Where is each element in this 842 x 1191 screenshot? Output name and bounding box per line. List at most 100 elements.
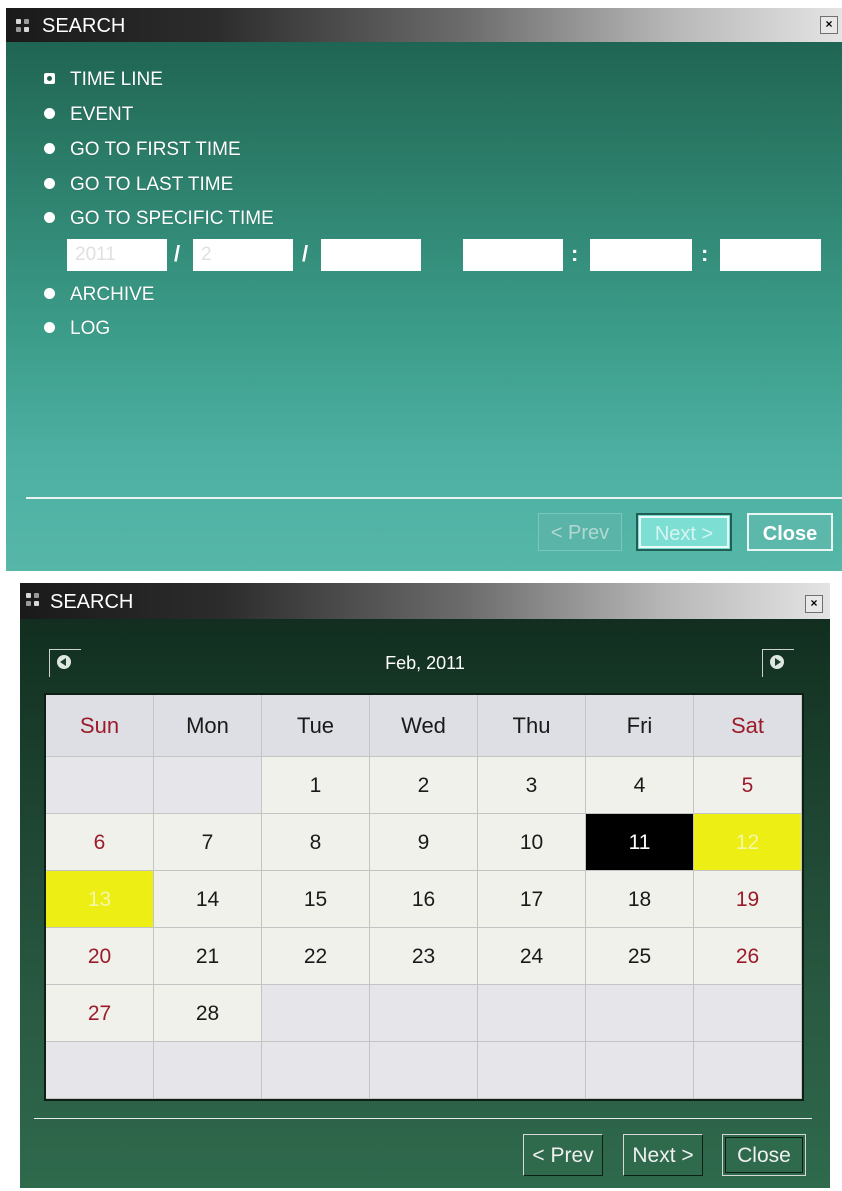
weekday-header-tue: Tue — [262, 695, 370, 757]
radio-selected-icon — [44, 72, 55, 84]
minute-field[interactable] — [590, 239, 692, 271]
option-label: LOG — [70, 318, 111, 339]
empty-day-cell — [46, 757, 154, 814]
day-cell-25[interactable]: 25 — [586, 928, 694, 985]
title-bar: SEARCH × — [6, 8, 842, 42]
app-icon — [16, 19, 30, 33]
radio-icon — [44, 287, 55, 299]
search-calendar-window: SEARCH × Feb, 2011 Sun Mon Tue Wed Thu Fri Sat… — [20, 583, 830, 1188]
day-cell-18[interactable]: 18 — [586, 871, 694, 928]
day-cell-14[interactable]: 14 — [154, 871, 262, 928]
empty-day-cell — [154, 1042, 262, 1099]
empty-day-cell — [46, 1042, 154, 1099]
close-button[interactable]: Close — [747, 513, 833, 551]
time-separator: : — [571, 241, 579, 266]
option-go-to-last-time[interactable]: GO TO LAST TIME — [44, 172, 233, 198]
weekday-header-thu: Thu — [478, 695, 586, 757]
empty-day-cell — [154, 757, 262, 814]
empty-day-cell — [694, 985, 802, 1042]
weekday-header-sat: Sat — [694, 695, 802, 757]
day-cell-20[interactable]: 20 — [46, 928, 154, 985]
weekday-header-fri: Fri — [586, 695, 694, 757]
day-field[interactable] — [321, 239, 421, 271]
day-cell-3[interactable]: 3 — [478, 757, 586, 814]
prev-button[interactable]: < Prev — [523, 1134, 603, 1176]
arrow-right-icon — [770, 655, 784, 669]
day-cell-12[interactable]: 12 — [694, 814, 802, 871]
day-cell-13[interactable]: 13 — [46, 871, 154, 928]
option-label: ARCHIVE — [70, 284, 155, 305]
option-log[interactable]: LOG — [44, 316, 110, 342]
day-cell-24[interactable]: 24 — [478, 928, 586, 985]
next-month-button[interactable] — [762, 649, 794, 677]
day-cell-21[interactable]: 21 — [154, 928, 262, 985]
day-cell-11[interactable]: 11 — [586, 814, 694, 871]
date-separator: / — [174, 241, 181, 266]
year-field[interactable] — [67, 239, 167, 271]
search-options-window: SEARCH × TIME LINE EVENT GO TO FIRST TIM… — [6, 8, 842, 571]
weekday-header-mon: Mon — [154, 695, 262, 757]
option-label: TIME LINE — [70, 69, 163, 90]
radio-icon — [44, 142, 55, 154]
day-cell-8[interactable]: 8 — [262, 814, 370, 871]
option-archive[interactable]: ARCHIVE — [44, 282, 154, 308]
radio-icon — [44, 211, 55, 223]
day-cell-27[interactable]: 27 — [46, 985, 154, 1042]
weekday-header-sun: Sun — [46, 695, 154, 757]
app-icon — [26, 593, 40, 607]
empty-day-cell — [478, 1042, 586, 1099]
option-go-to-specific-time[interactable]: GO TO SPECIFIC TIME — [44, 206, 274, 232]
empty-day-cell — [478, 985, 586, 1042]
day-cell-1[interactable]: 1 — [262, 757, 370, 814]
empty-day-cell — [370, 985, 478, 1042]
time-separator: : — [701, 241, 709, 266]
option-label: GO TO LAST TIME — [70, 174, 234, 195]
day-cell-23[interactable]: 23 — [370, 928, 478, 985]
day-cell-15[interactable]: 15 — [262, 871, 370, 928]
prev-button[interactable]: < Prev — [538, 513, 622, 551]
close-button[interactable]: Close — [722, 1134, 806, 1176]
day-cell-9[interactable]: 9 — [370, 814, 478, 871]
option-go-to-first-time[interactable]: GO TO FIRST TIME — [44, 137, 241, 163]
empty-day-cell — [262, 1042, 370, 1099]
date-separator: / — [302, 241, 309, 266]
empty-day-cell — [586, 1042, 694, 1099]
radio-icon — [44, 321, 55, 333]
empty-day-cell — [586, 985, 694, 1042]
option-label: EVENT — [70, 104, 134, 125]
option-event[interactable]: EVENT — [44, 102, 133, 128]
day-cell-26[interactable]: 26 — [694, 928, 802, 985]
day-cell-16[interactable]: 16 — [370, 871, 478, 928]
month-label: Feb, 2011 — [385, 653, 465, 673]
day-cell-10[interactable]: 10 — [478, 814, 586, 871]
day-cell-2[interactable]: 2 — [370, 757, 478, 814]
divider — [34, 1118, 812, 1119]
next-button[interactable]: Next > — [623, 1134, 703, 1176]
day-cell-17[interactable]: 17 — [478, 871, 586, 928]
empty-day-cell — [370, 1042, 478, 1099]
calendar-grid: Sun Mon Tue Wed Thu Fri Sat 1 2 3 4 5 6 7 8 9 10 11 12 13 14… — [44, 693, 804, 1101]
next-button[interactable]: Next > — [636, 513, 732, 551]
weekday-header-wed: Wed — [370, 695, 478, 757]
day-cell-28[interactable]: 28 — [154, 985, 262, 1042]
option-time-line[interactable]: TIME LINE — [44, 67, 163, 93]
day-cell-22[interactable]: 22 — [262, 928, 370, 985]
day-cell-6[interactable]: 6 — [46, 814, 154, 871]
radio-icon — [44, 177, 55, 189]
empty-day-cell — [262, 985, 370, 1042]
window-title: SEARCH — [50, 591, 134, 613]
day-cell-4[interactable]: 4 — [586, 757, 694, 814]
day-cell-19[interactable]: 19 — [694, 871, 802, 928]
close-icon[interactable]: × — [805, 595, 823, 613]
month-field[interactable] — [193, 239, 293, 271]
hour-field[interactable] — [463, 239, 563, 271]
option-label: GO TO SPECIFIC TIME — [70, 208, 274, 229]
close-icon[interactable]: × — [820, 16, 838, 34]
radio-icon — [44, 107, 55, 119]
day-cell-5[interactable]: 5 — [694, 757, 802, 814]
second-field[interactable] — [720, 239, 821, 271]
empty-day-cell — [694, 1042, 802, 1099]
option-label: GO TO FIRST TIME — [70, 139, 241, 160]
divider — [26, 497, 842, 499]
day-cell-7[interactable]: 7 — [154, 814, 262, 871]
